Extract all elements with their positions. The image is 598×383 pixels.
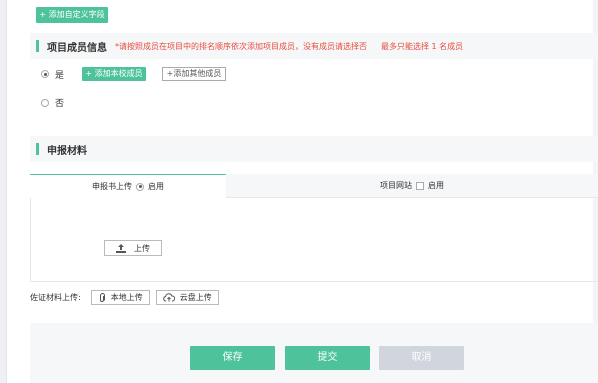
upload-button-label: 上传 <box>134 243 150 253</box>
evidence-label: 佐证材料上传: <box>30 293 81 302</box>
add-custom-field-button[interactable]: + 添加自定义字段 <box>36 7 108 23</box>
tab-project-website[interactable]: 项目网站 启用 <box>226 174 598 198</box>
no-radio[interactable] <box>41 98 49 107</box>
members-limit: 最多只能选择 1 名成员 <box>381 41 464 51</box>
upload-button[interactable]: 上传 <box>104 240 162 256</box>
members-section-title: 项目成员信息 <box>47 42 107 54</box>
materials-section-header: 申报材料 <box>30 136 598 162</box>
left-rail <box>0 0 7 383</box>
application-enable-label: 启用 <box>148 182 164 191</box>
materials-section-title: 申报材料 <box>47 145 87 157</box>
members-section-header: 项目成员信息 *请按照成员在项目中的排名顺序依次添加项目成员，没有成员请选择否 … <box>30 33 598 59</box>
local-upload-button[interactable]: 本地上传 <box>90 290 150 305</box>
evidence-upload-row: 佐证材料上传: 本地上传 云盘上传 <box>30 290 219 305</box>
members-yes-row: 是 + 添加本校成员 +添加其他成员 <box>41 67 227 81</box>
upload-icon <box>116 243 126 253</box>
no-label: 否 <box>55 99 65 109</box>
cancel-button[interactable]: 取消 <box>379 346 464 370</box>
tab-project-website-label: 项目网站 <box>380 181 412 190</box>
add-other-member-button[interactable]: +添加其他成员 <box>162 67 227 81</box>
add-school-member-button[interactable]: + 添加本校成员 <box>82 67 147 81</box>
application-enable-radio[interactable] <box>136 182 144 191</box>
section-accent-bar <box>36 143 39 155</box>
tab-application-upload-label: 申报书上传 <box>92 182 132 191</box>
section-accent-bar <box>36 40 39 52</box>
cloud-upload-label: 云盘上传 <box>179 293 212 302</box>
save-button[interactable]: 保存 <box>190 346 275 370</box>
cloud-upload-button[interactable]: 云盘上传 <box>155 290 219 305</box>
materials-tabs: 申报书上传 启用 项目网站 启用 <box>30 174 598 198</box>
yes-label: 是 <box>55 70 65 81</box>
submit-button[interactable]: 提交 <box>285 346 370 370</box>
cloud-upload-icon <box>162 293 175 302</box>
members-hint: *请按照成员在项目中的排名顺序依次添加项目成员，没有成员请选择否 <box>115 41 367 51</box>
paperclip-icon <box>99 292 105 302</box>
yes-radio[interactable] <box>41 70 49 78</box>
members-no-row: 否 <box>41 96 64 109</box>
tab-application-upload[interactable]: 申报书上传 启用 <box>30 174 226 198</box>
website-enable-label: 启用 <box>428 181 444 190</box>
local-upload-label: 本地上传 <box>110 293 143 302</box>
website-enable-checkbox[interactable] <box>416 181 424 190</box>
